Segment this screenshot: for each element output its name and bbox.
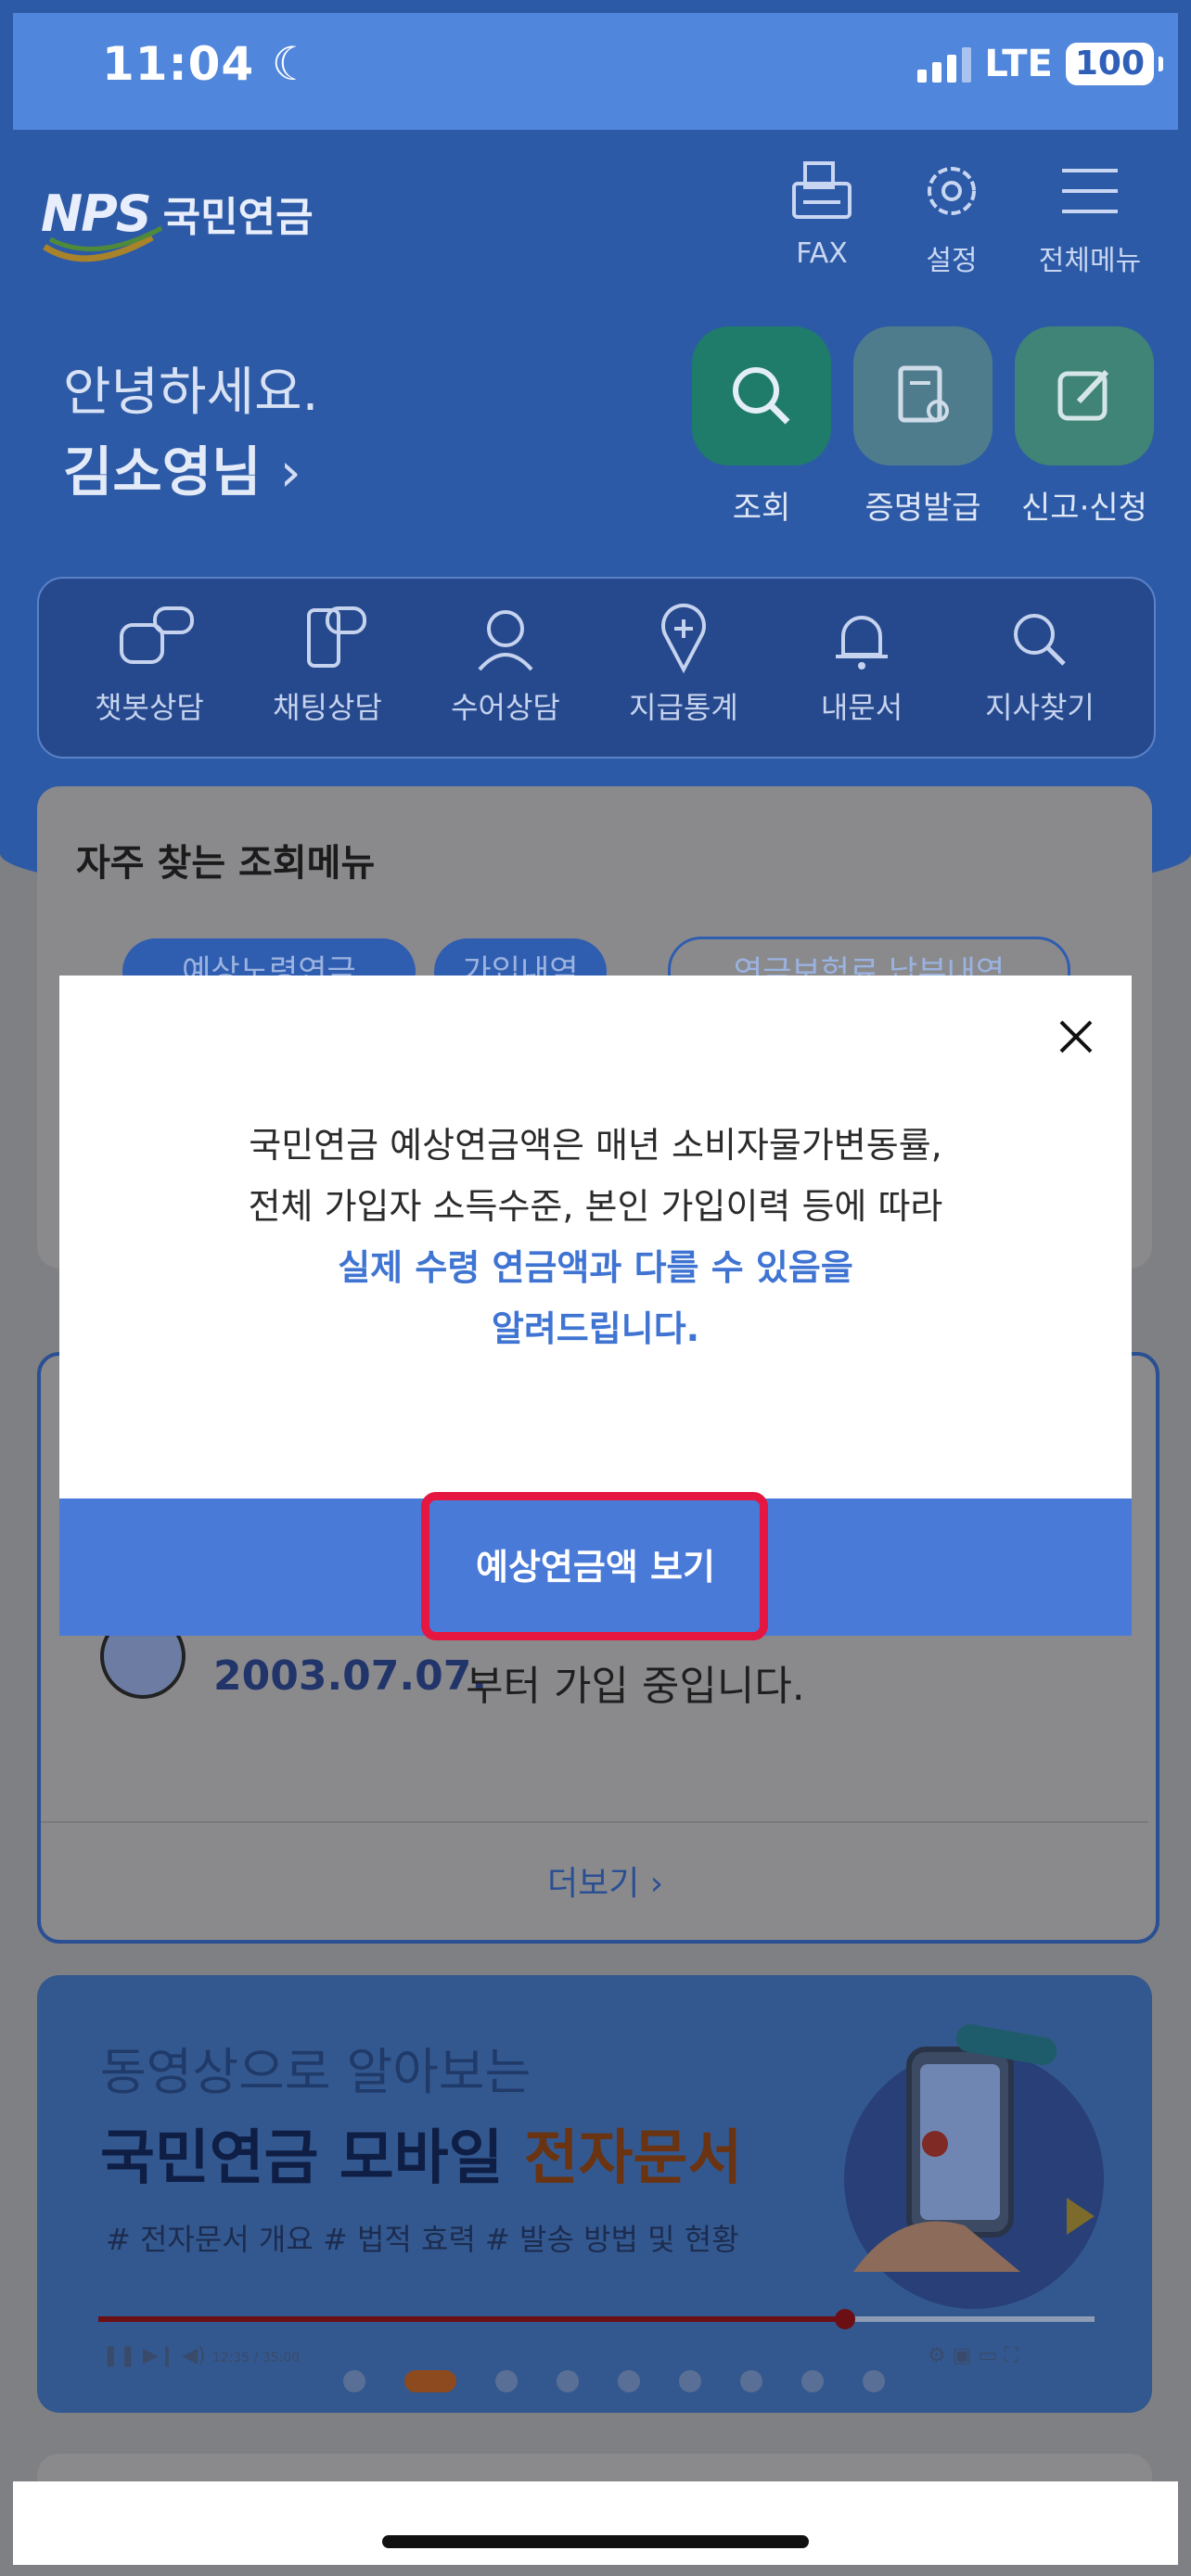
video-progress-fill <box>98 2316 846 2322</box>
report-apply-label: 신고·신청 <box>1021 490 1147 527</box>
search-icon <box>692 326 831 465</box>
modal-message-line4: 알려드립니다. <box>491 1308 700 1349</box>
magnifier-icon <box>1014 614 1066 666</box>
my-documents-menu-item[interactable]: 내문서 <box>774 603 950 727</box>
modal-message-line1: 국민연금 예상연금액은 매년 소비자물가변동률, <box>249 1125 942 1166</box>
certificate-icon <box>853 326 992 465</box>
all-menu-button[interactable]: 전체메뉴 <box>1030 158 1150 278</box>
user-name-link[interactable]: 김소영님 › <box>63 428 301 506</box>
banner-subtitle: 동영상으로 알아보는 <box>100 2043 531 2101</box>
sign-language-icon <box>478 610 533 671</box>
edit-icon <box>1015 326 1154 465</box>
volume-icon[interactable]: ◀) <box>182 2344 206 2367</box>
chat-menu-item[interactable]: 채팅상담 <box>239 603 416 727</box>
settings-label: 설정 <box>926 245 978 277</box>
signal-icon <box>917 45 972 83</box>
video-controls: ❚❚ ▶❙ ◀) 12:35 / 35:00 <box>102 2344 300 2367</box>
certificate-button[interactable]: 증명발급 <box>853 326 992 528</box>
report-apply-button[interactable]: 신고·신청 <box>1015 326 1154 528</box>
hd-icon[interactable]: ⚙ <box>928 2344 946 2367</box>
pause-icon[interactable]: ❚❚ <box>102 2344 136 2367</box>
video-right-controls: ⚙ ▣ ▭ ⛶ <box>928 2344 1018 2367</box>
video-time: 12:35 / 35:00 <box>211 2351 301 2366</box>
hamburger-menu-icon <box>1062 169 1118 213</box>
more-link[interactable]: 더보기 › <box>547 1856 663 1905</box>
membership-suffix: 부터 가입 중입니다. <box>466 1663 805 1710</box>
inquiry-label: 조회 <box>732 490 791 527</box>
banner-tags: # 전자문서 개요 # 법적 효력 # 발송 방법 및 현황 <box>106 2222 739 2257</box>
my-documents-label: 내문서 <box>820 690 903 725</box>
status-time: 11:04 ☾ <box>102 37 314 91</box>
battery-icon: 100 <box>1065 43 1164 85</box>
fax-button[interactable]: FAX <box>766 158 877 270</box>
chatbot-icon <box>120 606 194 664</box>
banner-title: 국민연금 모바일 전자문서 <box>100 2124 743 2193</box>
network-label: LTE <box>984 43 1053 85</box>
branch-finder-menu-item[interactable]: 지사찾기 <box>952 603 1128 727</box>
payment-stats-label: 지급통계 <box>629 690 738 725</box>
frequent-menu-title: 자주 찾는 조회메뉴 <box>76 842 376 885</box>
pip-icon[interactable]: ▣ <box>953 2344 972 2367</box>
inquiry-button[interactable]: 조회 <box>692 326 831 528</box>
sign-language-label: 수어상담 <box>451 690 560 725</box>
next-icon[interactable]: ▶❙ <box>143 2344 175 2367</box>
video-progress-knob[interactable] <box>835 2309 855 2329</box>
all-menu-label: 전체메뉴 <box>1038 245 1142 277</box>
carousel-dots[interactable] <box>343 2370 885 2392</box>
map-pin-icon <box>661 603 706 674</box>
chatbot-menu-item[interactable]: 챗봇상담 <box>61 603 237 727</box>
moon-icon: ☾ <box>271 37 314 91</box>
certificate-label: 증명발급 <box>864 490 981 527</box>
membership-date: 2003.07.07. <box>213 1652 488 1700</box>
branch-finder-label: 지사찾기 <box>985 690 1095 725</box>
chat-phone-icon <box>307 606 366 668</box>
chevron-right-icon: › <box>279 440 301 504</box>
gear-icon <box>928 167 976 215</box>
logo-name: 국민연금 <box>162 194 314 241</box>
phone-hand-illustration-icon <box>844 2024 1104 2309</box>
fax-label: FAX <box>796 237 848 270</box>
theater-icon[interactable]: ▭ <box>979 2344 998 2367</box>
highlight-box <box>421 1492 768 1640</box>
greeting-text: 안녕하세요. <box>63 363 319 423</box>
close-icon[interactable] <box>1050 1011 1102 1063</box>
divider <box>41 1821 1148 1823</box>
payment-stats-menu-item[interactable]: 지급통계 <box>596 603 772 727</box>
bell-icon <box>836 616 888 670</box>
home-indicator[interactable] <box>382 2535 809 2548</box>
user-name: 김소영님 <box>63 440 262 504</box>
fullscreen-icon[interactable]: ⛶ <box>1004 2344 1018 2367</box>
logo-swoosh-icon <box>43 225 163 262</box>
status-right: LTE 100 <box>917 41 1164 87</box>
settings-button[interactable]: 설정 <box>896 158 1007 278</box>
chat-label: 채팅상담 <box>273 690 382 725</box>
sign-language-menu-item[interactable]: 수어상담 <box>417 603 594 727</box>
modal-message-line3: 실제 수령 연금액과 다를 수 있음을 <box>338 1247 853 1288</box>
home-indicator-area <box>13 2481 1178 2565</box>
fax-icon <box>792 161 852 219</box>
chatbot-label: 챗봇상담 <box>95 690 204 725</box>
modal-message-line2: 전체 가입자 소득수준, 본인 가입이력 등에 따라 <box>248 1186 943 1227</box>
